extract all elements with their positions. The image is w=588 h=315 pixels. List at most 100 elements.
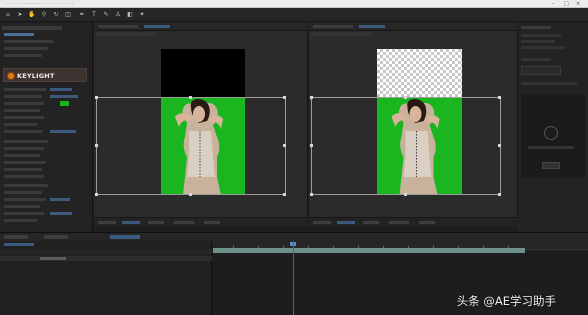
maximize-icon[interactable]: □ xyxy=(564,1,569,7)
property-group[interactable] xyxy=(4,168,42,171)
property-group[interactable] xyxy=(4,140,48,143)
screen-colour-swatch[interactable] xyxy=(60,101,69,106)
info-row xyxy=(521,58,551,61)
layer-duration-bar[interactable] xyxy=(213,248,525,253)
text-tool-icon[interactable]: T xyxy=(90,11,98,19)
panel-tab[interactable] xyxy=(521,26,551,29)
property-group[interactable] xyxy=(4,154,40,157)
transform-handle[interactable] xyxy=(283,144,286,147)
property-group[interactable] xyxy=(4,147,44,150)
layer-bounding-box[interactable] xyxy=(311,97,501,195)
breadcrumb xyxy=(311,32,371,36)
transform-handle[interactable] xyxy=(310,144,313,147)
arrow-tool-icon[interactable]: ➤ xyxy=(16,11,24,19)
keylight-label: KEYLIGHT xyxy=(17,72,55,80)
panel-tab[interactable] xyxy=(521,82,577,85)
property-row[interactable] xyxy=(4,116,44,119)
timeline-tab[interactable] xyxy=(44,235,68,239)
effect-row xyxy=(4,40,54,43)
effect-row[interactable] xyxy=(4,219,38,222)
timeline-tab-active[interactable] xyxy=(110,235,140,239)
transform-handle[interactable] xyxy=(310,193,313,196)
minimize-icon[interactable]: – xyxy=(552,1,555,7)
home-icon[interactable]: ⌂ xyxy=(4,11,12,19)
transform-handle[interactable] xyxy=(404,193,407,196)
close-icon[interactable]: × xyxy=(576,1,580,7)
camera-dropdown[interactable] xyxy=(389,221,409,224)
property-row[interactable] xyxy=(4,123,38,126)
resolution-dropdown[interactable] xyxy=(363,221,379,224)
property-row[interactable] xyxy=(4,109,40,112)
layer-header-row xyxy=(0,249,212,254)
resolution-dropdown[interactable] xyxy=(148,221,164,224)
transform-handle[interactable] xyxy=(283,96,286,99)
timecode-display[interactable] xyxy=(4,243,34,246)
property-value[interactable] xyxy=(50,198,70,201)
property-value[interactable] xyxy=(50,130,76,133)
pen-tool-icon[interactable]: ✒ xyxy=(78,11,86,19)
property-value[interactable] xyxy=(50,88,72,91)
rotate-tool-icon[interactable]: ↻ xyxy=(52,11,60,19)
zoom-dropdown[interactable] xyxy=(313,221,331,224)
effect-row[interactable] xyxy=(4,212,44,215)
stamp-tool-icon[interactable]: ♙ xyxy=(114,11,122,19)
viewer-tab-active[interactable] xyxy=(359,25,385,28)
puppet-tool-icon[interactable]: ✦ xyxy=(138,11,146,19)
property-group[interactable] xyxy=(4,161,46,164)
zoom-dropdown[interactable] xyxy=(98,221,116,224)
timeline-tab[interactable] xyxy=(4,235,28,239)
eraser-tool-icon[interactable]: ◧ xyxy=(126,11,134,19)
view-dropdown[interactable] xyxy=(204,221,220,224)
libraries-button[interactable] xyxy=(542,162,560,169)
timecode[interactable] xyxy=(122,221,140,224)
timecode[interactable] xyxy=(337,221,355,224)
effect-row xyxy=(4,54,42,57)
viewer-tab[interactable] xyxy=(313,25,353,28)
effect-row[interactable] xyxy=(4,191,42,194)
info-row xyxy=(521,40,555,43)
layer-name-link[interactable] xyxy=(4,33,34,36)
window-title: · · · · · · · · · · · · · · · · · · · · … xyxy=(6,1,74,6)
transform-handle[interactable] xyxy=(283,193,286,196)
property-group[interactable] xyxy=(4,175,44,178)
libraries-icon xyxy=(544,126,558,140)
property-row-screen-colour[interactable] xyxy=(4,102,44,105)
viewer-tab-bar xyxy=(94,22,308,31)
view-dropdown[interactable] xyxy=(419,221,435,224)
transform-handle[interactable] xyxy=(189,193,192,196)
playhead-line[interactable] xyxy=(293,241,294,315)
layer-row[interactable] xyxy=(0,256,212,261)
panel-tab-effect-controls[interactable] xyxy=(2,26,62,30)
layer-name[interactable] xyxy=(40,257,66,260)
preview-dropdown[interactable] xyxy=(521,66,561,75)
transform-handle[interactable] xyxy=(498,96,501,99)
property-row[interactable] xyxy=(4,130,42,133)
transform-handle[interactable] xyxy=(95,96,98,99)
effect-row[interactable] xyxy=(4,205,40,208)
brush-tool-icon[interactable]: ✎ xyxy=(102,11,110,19)
transform-handle[interactable] xyxy=(310,96,313,99)
layer-bounding-box[interactable] xyxy=(96,97,286,195)
transform-handle[interactable] xyxy=(498,144,501,147)
viewer-tab-bar xyxy=(309,22,518,31)
property-row[interactable] xyxy=(4,88,46,91)
transform-handle[interactable] xyxy=(95,193,98,196)
property-row[interactable] xyxy=(4,95,42,98)
hand-tool-icon[interactable]: ✋ xyxy=(28,11,36,19)
viewer-tab-active[interactable] xyxy=(144,25,170,28)
effect-row[interactable] xyxy=(4,198,46,201)
composition-viewer-left[interactable] xyxy=(94,22,308,226)
title-bar: · · · · · · · · · · · · · · · · · · · · … xyxy=(0,0,588,8)
transform-handle[interactable] xyxy=(498,193,501,196)
property-value[interactable] xyxy=(50,212,72,215)
composition-viewer-right[interactable] xyxy=(309,22,518,226)
camera-tool-icon[interactable]: ◫ xyxy=(64,11,72,19)
transform-handle[interactable] xyxy=(189,96,192,99)
effect-row[interactable] xyxy=(4,184,48,187)
viewer-tab[interactable] xyxy=(98,25,138,28)
transform-handle[interactable] xyxy=(404,96,407,99)
zoom-tool-icon[interactable]: ⚲ xyxy=(40,11,48,19)
transform-handle[interactable] xyxy=(95,144,98,147)
camera-dropdown[interactable] xyxy=(174,221,194,224)
property-value[interactable] xyxy=(50,95,78,98)
